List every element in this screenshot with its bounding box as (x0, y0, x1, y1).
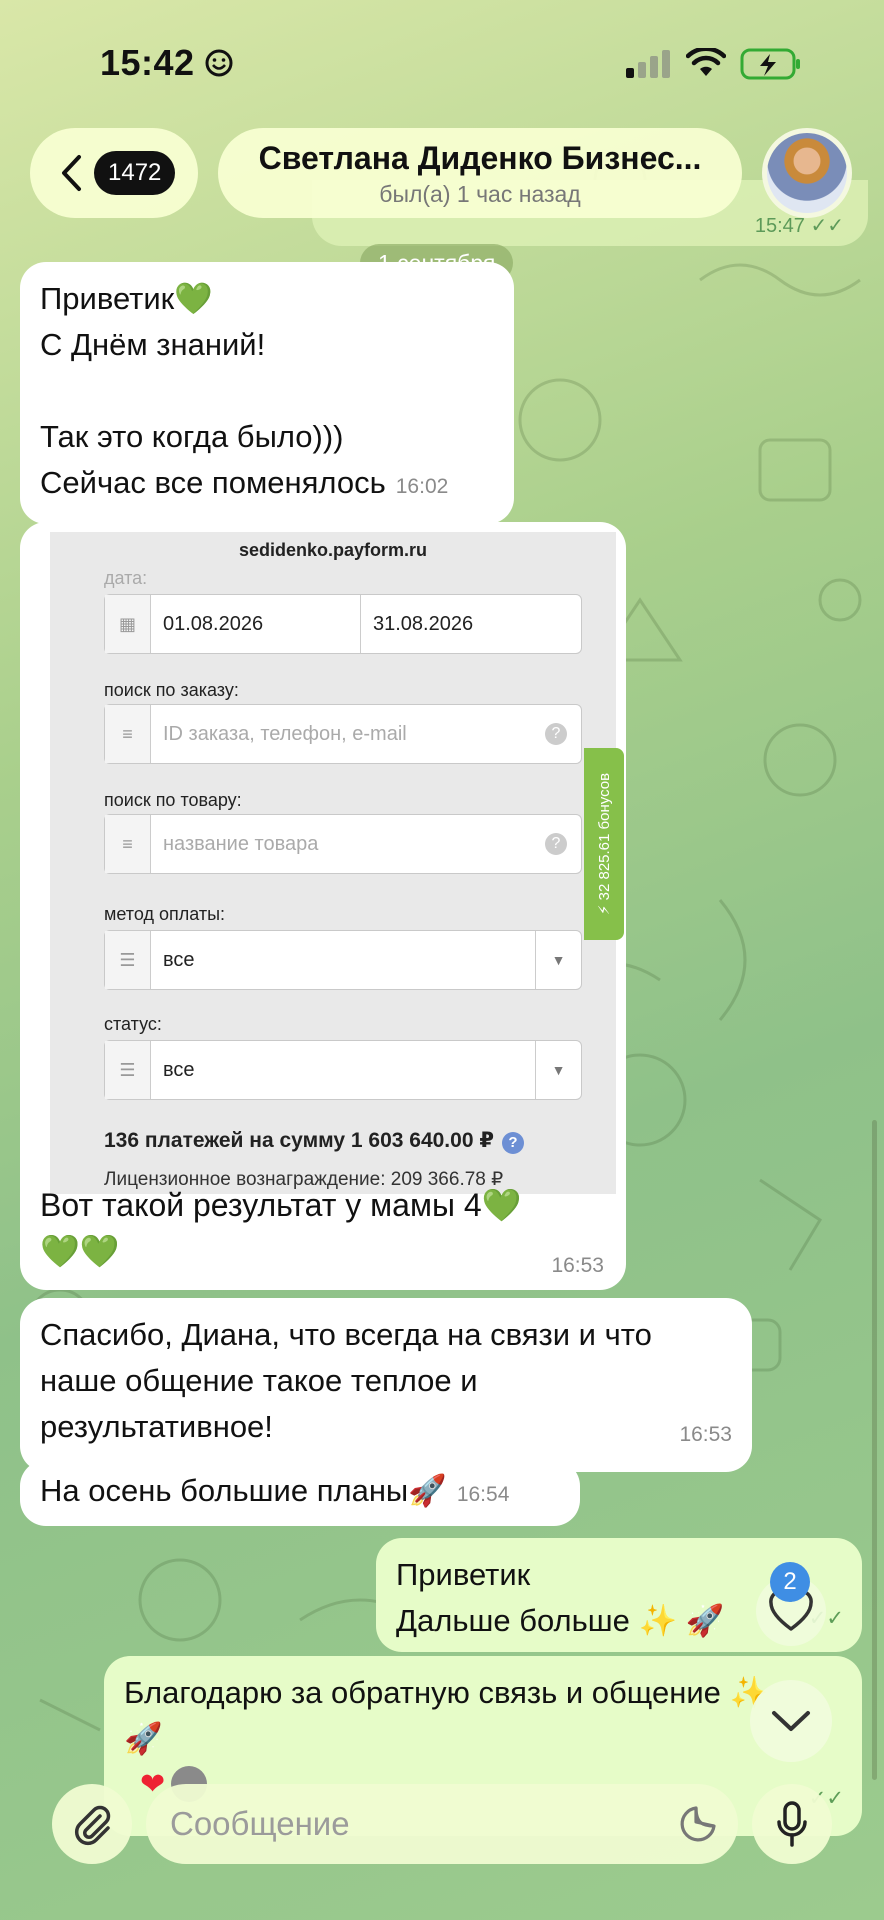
calendar-icon: ▦ (105, 595, 151, 653)
incoming-message[interactable]: Спасибо, Диана, что всегда на связи и чт… (20, 1298, 752, 1472)
battery-charging-icon (740, 48, 800, 80)
list-icon: ≡ (105, 815, 151, 873)
rocket-emoji: 🚀 (408, 1473, 447, 1508)
green-heart-emoji: 💚 (481, 1187, 522, 1223)
list-icon: ☰ (105, 1041, 151, 1099)
payment-method-select: ☰ все ▼ (104, 930, 582, 990)
screenshot-product-search-label: поиск по товару: (104, 790, 242, 810)
message-text: Сейчас все поменялось (40, 465, 386, 500)
unread-count-badge: 1472 (94, 151, 176, 195)
status-time: 15:42 (100, 42, 195, 83)
dropdown-arrow-icon: ▼ (535, 1041, 581, 1099)
screenshot-date-label: дата: (104, 568, 148, 588)
screenshot-status-label: статус: (104, 1014, 162, 1034)
scrollbar[interactable] (872, 1120, 877, 1780)
message-text: результативное! (40, 1409, 273, 1444)
green-heart-emoji: 💚 (174, 281, 213, 316)
voice-message-button[interactable] (752, 1784, 832, 1864)
chevron-down-icon (772, 1711, 810, 1731)
scroll-to-bottom-button[interactable] (750, 1680, 832, 1762)
help-icon: ? (545, 723, 567, 745)
rocket-emoji: 🚀 (124, 1721, 163, 1756)
attached-screenshot[interactable]: sedidenko.payform.ru дата: ▦ 01.08.2026 … (50, 532, 616, 1194)
message-text: С Днём знаний! (40, 327, 266, 362)
message-text: Вот такой результат у мамы 4 (40, 1187, 482, 1223)
unread-reactions-badge: 2 (770, 1562, 810, 1602)
bonus-side-tab: ⚡ 32 825.61 бонусов (584, 748, 624, 940)
order-search-placeholder: ID заказа, телефон, e-mail (163, 722, 407, 745)
status-bar: 15:42 (0, 0, 884, 120)
message-input[interactable]: Сообщение (146, 1784, 738, 1864)
message-input-placeholder: Сообщение (170, 1805, 350, 1842)
incoming-message[interactable]: На осень большие планы🚀 16:54 (20, 1460, 580, 1526)
back-button[interactable]: 1472 (30, 128, 198, 218)
last-seen-status: был(а) 1 час назад (379, 181, 581, 207)
avatar-photo (767, 133, 847, 213)
payments-summary: 136 платежей на сумму 1 603 640.00 ₽ (104, 1129, 494, 1152)
chevron-left-icon (62, 155, 81, 191)
product-search-placeholder: название товара (163, 832, 319, 855)
dropdown-arrow-icon: ▼ (535, 931, 581, 989)
message-text: Дальше больше (396, 1603, 630, 1638)
sparkles-emoji: ✨ (638, 1603, 678, 1638)
message-time: 16:53 (679, 1423, 732, 1446)
read-checkmarks-icon: ✓✓ (810, 215, 844, 237)
microphone-icon (777, 1801, 807, 1847)
rocket-emoji: 🚀 (685, 1603, 725, 1638)
message-text: Спасибо, Диана, что всегда на связи и чт… (40, 1317, 652, 1352)
list-icon: ≡ (105, 705, 151, 763)
avatar[interactable] (762, 128, 852, 218)
screenshot-payment-label: метод оплаты: (104, 904, 226, 924)
status-select: ☰ все ▼ (104, 1040, 582, 1100)
list-icon: ☰ (105, 931, 151, 989)
screenshot-order-search-label: поиск по заказу: (104, 680, 239, 700)
message-text: наше общение такое теплое и (40, 1363, 478, 1398)
chat-header[interactable]: Светлана Диденко Бизнес... был(а) 1 час … (218, 128, 742, 218)
date-from-value: 01.08.2026 (151, 595, 361, 653)
message-text: Благодарю за обратную связь и общение (124, 1675, 721, 1710)
order-search-field: ≡ ID заказа, телефон, e-mail ? (104, 704, 582, 764)
screenshot-domain: sedidenko.payform.ru (238, 540, 428, 560)
wifi-icon (686, 48, 726, 76)
green-hearts-emoji: 💚💚 (40, 1233, 120, 1269)
chat-title: Светлана Диденко Бизнес... (258, 140, 702, 176)
help-icon: ? (501, 1132, 524, 1154)
status-value: все (163, 1058, 195, 1081)
message-time: 16:02 (395, 475, 449, 498)
product-search-field: ≡ название товара ? (104, 814, 582, 874)
bonus-balance: ⚡ 32 825.61 бонусов (596, 772, 613, 916)
date-range-field: ▦ 01.08.2026 31.08.2026 (104, 594, 582, 654)
message-time: 15:47 (754, 215, 805, 237)
smiley-icon (205, 49, 233, 77)
message-time: 16:54 (456, 1483, 510, 1506)
attach-button[interactable] (52, 1784, 132, 1864)
help-icon: ? (545, 833, 567, 855)
paperclip-icon (74, 1805, 111, 1846)
message-time: 16:53 (551, 1254, 604, 1277)
message-text: На осень большие планы (40, 1473, 409, 1508)
payment-method-value: все (163, 948, 195, 971)
cellular-signal-icon (626, 50, 670, 78)
sticker-icon[interactable] (678, 1804, 718, 1844)
message-text: Приветик (40, 281, 175, 316)
message-text: Так это когда было))) (40, 419, 344, 454)
image-message[interactable]: sedidenko.payform.ru дата: ▦ 01.08.2026 … (20, 522, 626, 1290)
incoming-message[interactable]: Приветик💚 С Днём знаний! Так это когда б… (20, 262, 514, 524)
date-to-value: 31.08.2026 (373, 612, 474, 635)
